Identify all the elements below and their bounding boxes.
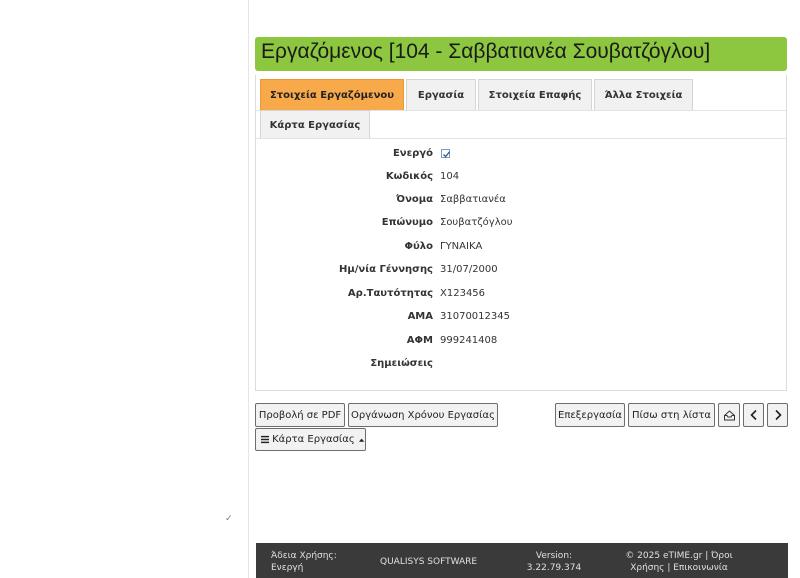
tab-employee-details[interactable]: Στοιχεία Εργαζόμενου	[260, 79, 404, 110]
form-row-last-name: Επώνυμο Σουβατζόγλου	[256, 213, 788, 233]
chevron-right-icon	[774, 409, 782, 421]
footer-copyright[interactable]: © 2025 eTIME.gr | Όροι Χρήσης | Επικοινω…	[614, 550, 744, 574]
version-number: 3.22.79.374	[526, 563, 582, 573]
form-row-notes: Σημειώσεις	[256, 354, 788, 374]
birth-date-label: Ημ/νία Γέννησης	[339, 264, 433, 275]
active-checkbox[interactable]	[441, 149, 451, 158]
stray-checkmark: ✓	[225, 514, 233, 524]
inbox-button[interactable]	[718, 403, 740, 427]
terms-contact-links[interactable]: Χρήσης | Επικοινωνία	[614, 562, 744, 574]
page-divider	[248, 0, 249, 578]
gender-value: ΓΥΝΑΙΚΑ	[440, 241, 483, 252]
active-label: Ενεργό	[392, 148, 433, 159]
form-row-birth-date: Ημ/νία Γέννησης 31/07/2000	[256, 260, 788, 280]
first-name-value: Σαββατιανέα	[440, 194, 506, 205]
tab-work[interactable]: Εργασία	[406, 79, 476, 110]
id-number-value: Χ123456	[440, 288, 486, 299]
form-row-id-number: Αρ.Ταυτότητας Χ123456	[256, 284, 788, 304]
view-pdf-button[interactable]: Προβολή σε PDF	[255, 403, 345, 427]
inbox-icon	[723, 409, 735, 420]
previous-button[interactable]	[743, 403, 764, 427]
form-row-gender: Φύλο ΓΥΝΑΙΚΑ	[256, 237, 788, 257]
last-name-value: Σουβατζόγλου	[440, 217, 513, 228]
work-card-menu-button[interactable]: Κάρτα Εργασίας	[255, 428, 366, 451]
id-number-label: Αρ.Ταυτότητας	[347, 288, 433, 299]
page-title: Εργαζόμενος [104 - Σαββατιανέα Σουβατζόγ…	[255, 37, 787, 71]
tab-contact-details[interactable]: Στοιχεία Επαφής	[478, 79, 592, 110]
gender-label: Φύλο	[404, 241, 433, 252]
edit-button[interactable]: Επεξεργασία	[555, 403, 625, 427]
work-time-schedule-button[interactable]: Οργάνωση Χρόνου Εργασίας	[348, 403, 498, 427]
copyright-text[interactable]: © 2025 eTIME.gr | Όροι	[614, 550, 744, 562]
footer-license: Άδεια Χρήσης: Ενεργή	[271, 550, 337, 574]
work-card-menu-label: Κάρτα Εργασίας	[272, 434, 355, 445]
footer-company: QUALISYS SOFTWARE	[380, 557, 478, 567]
last-name-label: Επώνυμο	[381, 217, 433, 228]
next-button[interactable]	[767, 403, 788, 427]
code-label: Κωδικός	[385, 171, 433, 182]
ama-label: ΑΜΑ	[407, 311, 433, 322]
tab-other-details[interactable]: Άλλα Στοιχεία	[594, 79, 693, 110]
form-row-first-name: Όνομα Σαββατιανέα	[256, 190, 788, 210]
afm-label: ΑΦΜ	[406, 335, 433, 346]
form-row-code: Κωδικός 104	[256, 167, 788, 187]
code-value: 104	[440, 171, 460, 182]
hamburger-icon	[261, 435, 270, 444]
first-name-label: Όνομα	[396, 194, 433, 205]
footer-version: Version: 3.22.79.374	[524, 550, 584, 574]
license-label: Άδεια Χρήσης:	[271, 551, 337, 561]
notes-label: Σημειώσεις	[370, 358, 433, 369]
form-row-ama: ΑΜΑ 31070012345	[256, 307, 788, 327]
employee-panel: Στοιχεία Εργαζόμενου Εργασία Στοιχεία Επ…	[255, 75, 787, 391]
chevron-left-icon	[749, 409, 757, 421]
tabs-divider-2	[256, 138, 786, 139]
ama-value: 31070012345	[440, 311, 510, 322]
version-label: Version:	[535, 551, 573, 561]
form-row-afm: ΑΦΜ 999241408	[256, 331, 788, 351]
caret-up-icon	[358, 438, 365, 442]
tab-work-card[interactable]: Κάρτα Εργασίας	[260, 110, 370, 139]
check-icon	[443, 151, 451, 158]
birth-date-value: 31/07/2000	[440, 264, 498, 275]
afm-value: 999241408	[440, 335, 498, 346]
back-to-list-button[interactable]: Πίσω στη λίστα	[628, 403, 715, 427]
license-status: Ενεργή	[271, 563, 304, 573]
form-row-active: Ενεργό	[256, 144, 788, 164]
footer: Άδεια Χρήσης: Ενεργή QUALISYS SOFTWARE V…	[256, 543, 788, 578]
